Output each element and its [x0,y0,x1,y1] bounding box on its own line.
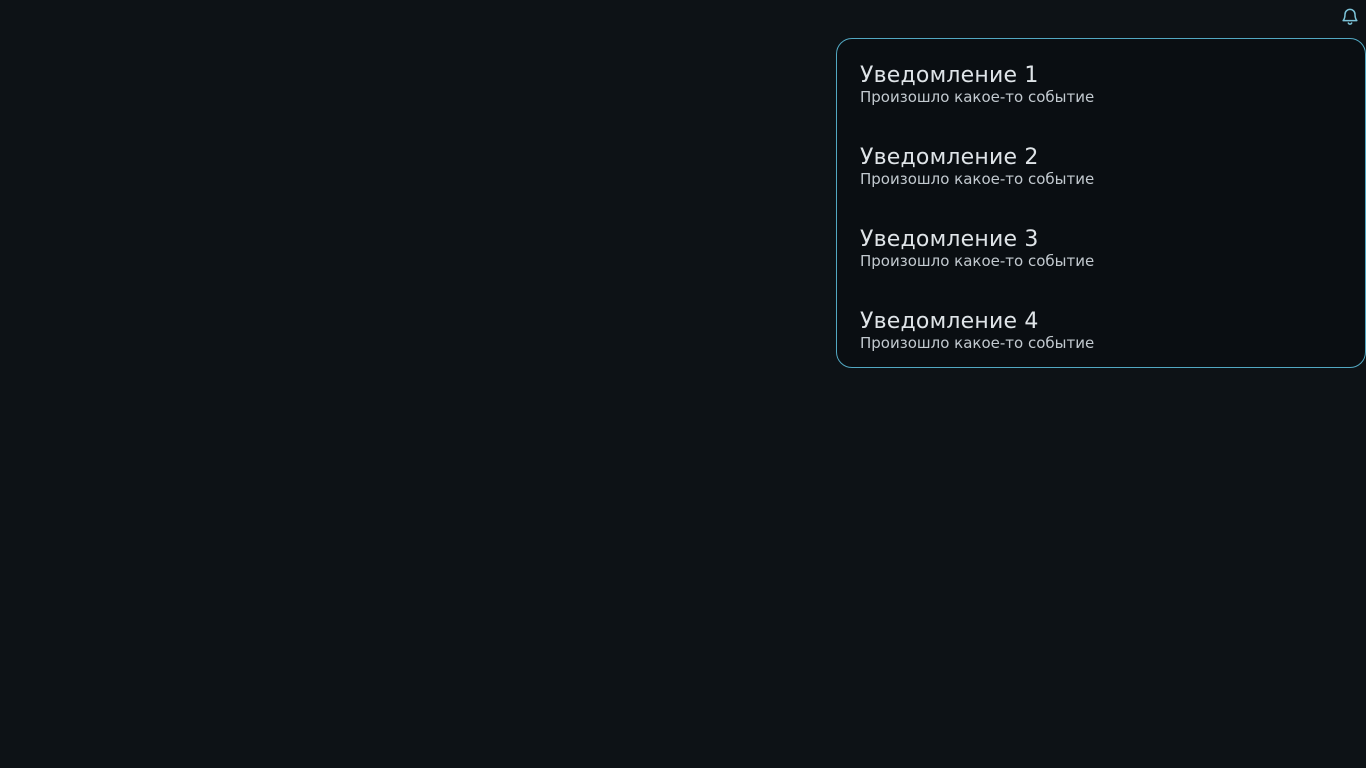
notifications-bell-button[interactable] [1338,4,1362,28]
notifications-panel: Уведомление 1 Произошло какое-то событие… [836,38,1366,368]
notification-text: Произошло какое-то событие [860,334,1095,352]
notification-text: Произошло какое-то событие [860,88,1095,106]
app-screen: Уведомление 1 Произошло какое-то событие… [0,0,1366,768]
notification-item[interactable]: Уведомление 4 Произошло какое-то событие [837,307,1365,367]
notification-item[interactable]: Уведомление 2 Произошло какое-то событие [837,143,1365,225]
notification-text: Произошло какое-то событие [860,170,1095,188]
notifications-list: Уведомление 1 Произошло какое-то событие… [837,61,1365,367]
notification-item[interactable]: Уведомление 1 Произошло какое-то событие [837,61,1365,143]
notification-text: Произошло какое-то событие [860,252,1095,270]
notification-item[interactable]: Уведомление 3 Произошло какое-то событие [837,225,1365,307]
bell-icon [1342,8,1358,25]
